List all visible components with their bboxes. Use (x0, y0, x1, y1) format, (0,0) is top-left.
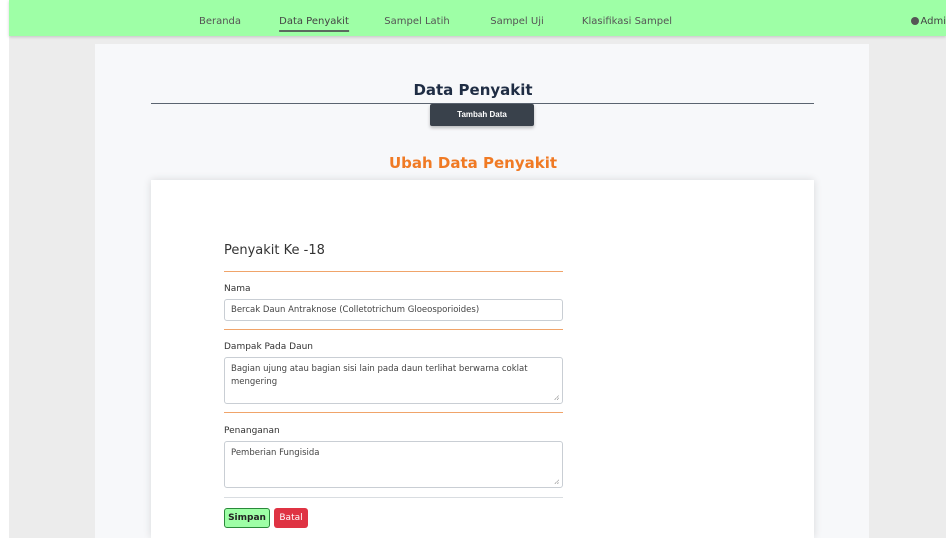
user-menu[interactable]: Admi (911, 0, 946, 36)
nav-item-data-penyakit[interactable]: Data Penyakit (279, 0, 349, 36)
top-navbar: Beranda Data Penyakit Sampel Latih Sampe… (9, 0, 946, 36)
user-circle-icon (911, 17, 920, 25)
page-title: Data Penyakit (413, 81, 533, 99)
actions-divider (224, 497, 563, 498)
nav-item-beranda[interactable]: Beranda (199, 0, 241, 36)
treatment-label: Penanganan (224, 426, 280, 436)
nav-item-sampel-uji[interactable]: Sampel Uji (490, 0, 544, 36)
add-data-button[interactable]: Tambah Data (430, 104, 534, 126)
nav-item-label: Data Penyakit (279, 16, 349, 27)
save-button[interactable]: Simpan (224, 508, 270, 528)
impact-label: Dampak Pada Daun (224, 342, 313, 352)
section-divider (224, 329, 563, 330)
resize-grip-icon[interactable] (554, 479, 559, 484)
form-heading: Ubah Data Penyakit (388, 154, 558, 172)
cancel-button[interactable]: Batal (274, 508, 308, 528)
section-divider (224, 412, 563, 413)
impact-textarea[interactable]: Bagian ujung atau bagian sisi lain pada … (224, 357, 563, 404)
nav-item-klasifikasi-sampel[interactable]: Klasifikasi Sampel (582, 0, 672, 36)
name-input[interactable] (224, 299, 563, 321)
active-nav-indicator (279, 30, 349, 32)
nav-item-sampel-latih[interactable]: Sampel Latih (384, 0, 449, 36)
section-divider (224, 271, 563, 272)
name-label: Nama (224, 284, 251, 294)
resize-grip-icon[interactable] (554, 395, 559, 400)
user-name: Admi (920, 16, 946, 27)
disease-number-title: Penyakit Ke -18 (224, 243, 325, 258)
treatment-textarea[interactable]: Pemberian Fungisida (224, 441, 563, 488)
